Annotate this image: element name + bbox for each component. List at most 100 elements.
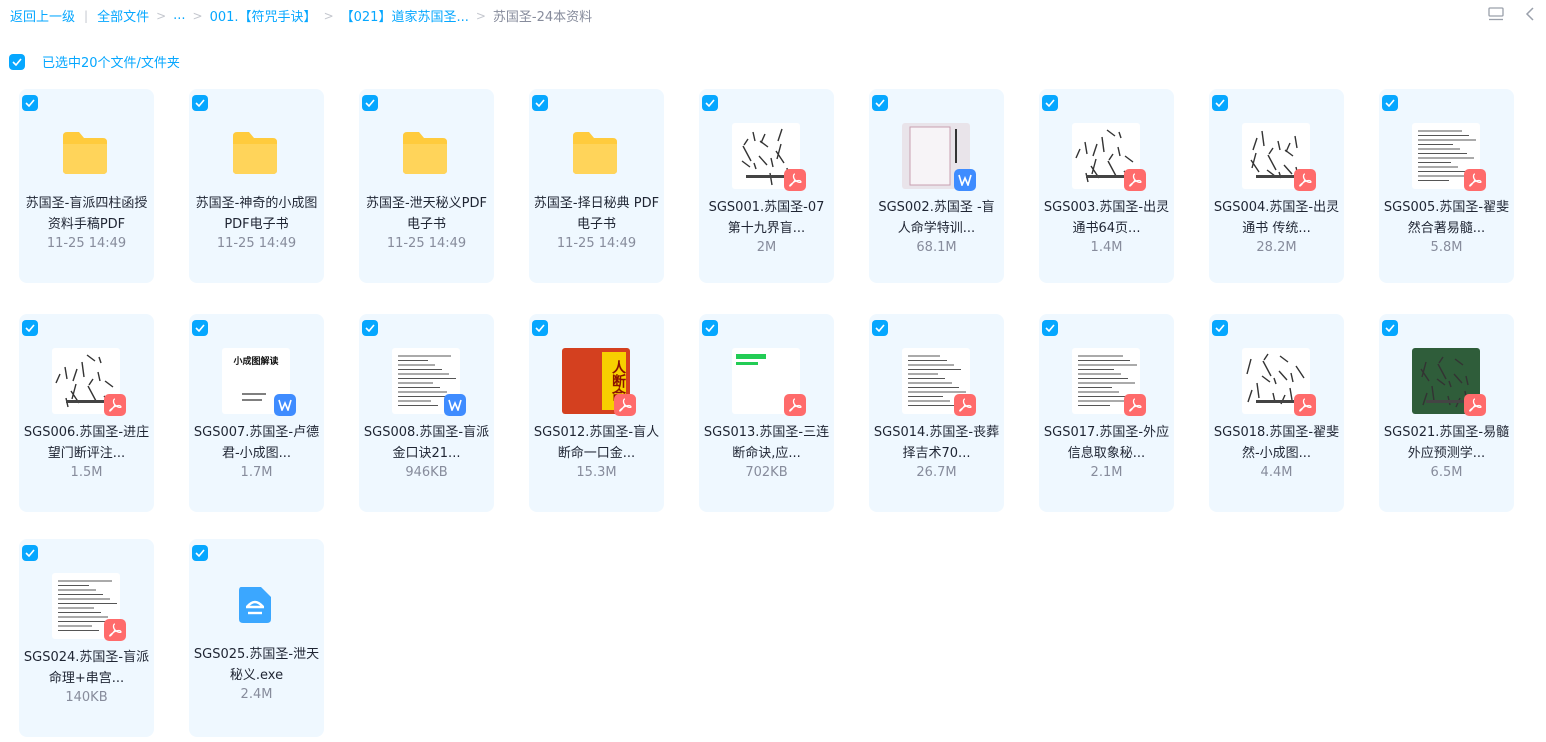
file-checkbox[interactable]: [22, 95, 38, 111]
selection-bar: 已选中20个文件/文件夹: [9, 52, 180, 71]
breadcrumb-all-files[interactable]: 全部文件: [97, 6, 149, 25]
file-thumbnail: [1412, 348, 1486, 416]
file-checkbox[interactable]: [1212, 95, 1228, 111]
file-card[interactable]: 苏国圣-盲派四柱函授资料手稿PDF 11-25 14:49: [19, 89, 154, 283]
back-link[interactable]: 返回上一级: [10, 6, 75, 25]
file-size: 2.4M: [240, 687, 273, 702]
file-checkbox[interactable]: [702, 95, 718, 111]
check-icon: [25, 99, 35, 107]
file-size: 15.3M: [576, 465, 617, 480]
pdf-file-icon: [1294, 169, 1316, 191]
file-size: 140KB: [65, 690, 108, 705]
file-card[interactable]: SGS008.苏国圣-盲派金口诀21... 946KB: [359, 314, 494, 512]
file-thumbnail: [902, 123, 976, 191]
pdf-file-icon: [1294, 394, 1316, 416]
selection-count-label: 已选中20个文件/文件夹: [42, 56, 180, 71]
pdf-file-icon: [104, 619, 126, 641]
file-checkbox[interactable]: [22, 545, 38, 561]
file-thumbnail: [732, 123, 806, 191]
file-checkbox[interactable]: [1042, 95, 1058, 111]
top-right-tools: [1486, 4, 1540, 24]
file-name: SGS025.苏国圣-泄天秘义.exe: [193, 647, 320, 683]
file-card[interactable]: SGS005.苏国圣-翟斐然合著易髓... 5.8M: [1379, 89, 1514, 283]
file-thumbnail: [902, 348, 976, 416]
file-card[interactable]: 小成图解读 SGS007.苏国圣-卢德君-小成图... 1.7M: [189, 314, 324, 512]
file-name: SGS006.苏国圣-进庄望门断评注...: [23, 425, 150, 461]
breadcrumb-separator-icon: >: [475, 8, 486, 23]
file-thumbnail: 小成图解读: [222, 348, 296, 416]
file-card[interactable]: SGS024.苏国圣-盲派命理+串宫... 140KB: [19, 539, 154, 737]
file-checkbox[interactable]: [1212, 320, 1228, 336]
breadcrumb-ellipsis[interactable]: ...: [173, 8, 185, 23]
file-name: 苏国圣-泄天秘义PDF电子书: [365, 196, 488, 232]
file-card[interactable]: 苏国圣-择日秘典 PDF电子书 11-25 14:49: [529, 89, 664, 283]
check-icon: [875, 324, 885, 332]
exe-file-icon: [235, 585, 275, 625]
file-checkbox[interactable]: [702, 320, 718, 336]
folder-icon: [400, 130, 450, 176]
file-checkbox[interactable]: [192, 95, 208, 111]
file-size: 5.8M: [1430, 240, 1463, 255]
file-checkbox[interactable]: [532, 320, 548, 336]
file-checkbox[interactable]: [872, 320, 888, 336]
breadcrumb-folder-1[interactable]: 001.【符咒手诀】: [210, 6, 317, 25]
file-checkbox[interactable]: [1382, 95, 1398, 111]
check-icon: [535, 99, 545, 107]
check-icon: [25, 324, 35, 332]
check-icon: [1215, 99, 1225, 107]
file-card[interactable]: 苏国圣-泄天秘义PDF电子书 11-25 14:49: [359, 89, 494, 283]
file-size: 2M: [756, 240, 777, 255]
file-thumbnail: [52, 348, 126, 416]
file-card[interactable]: 人断命 SGS012.苏国圣-盲人断命一口金... 15.3M: [529, 314, 664, 512]
file-checkbox[interactable]: [872, 95, 888, 111]
file-card[interactable]: SGS021.苏国圣-易髓外应预测学... 6.5M: [1379, 314, 1514, 512]
file-card[interactable]: SGS013.苏国圣-三连断命诀,应... 702KB: [699, 314, 834, 512]
file-checkbox[interactable]: [532, 95, 548, 111]
file-date: 11-25 14:49: [216, 236, 297, 251]
file-card[interactable]: SGS002.苏国圣 -盲人命学特训... 68.1M: [869, 89, 1004, 283]
file-size: 1.4M: [1090, 240, 1123, 255]
file-card[interactable]: SGS001.苏国圣-07第十九界盲... 2M: [699, 89, 834, 283]
folder-icon: [570, 130, 620, 176]
word-file-icon: [954, 169, 976, 191]
file-checkbox[interactable]: [192, 320, 208, 336]
file-card[interactable]: SGS006.苏国圣-进庄望门断评注... 1.5M: [19, 314, 154, 512]
file-card[interactable]: SGS014.苏国圣-丧葬择吉术70... 26.7M: [869, 314, 1004, 512]
check-icon: [535, 324, 545, 332]
pdf-file-icon: [104, 394, 126, 416]
folder-icon: [230, 130, 280, 176]
collapse-chevron-icon[interactable]: [1520, 4, 1540, 24]
list-view-icon[interactable]: [1486, 4, 1506, 24]
pdf-file-icon: [784, 169, 806, 191]
file-card[interactable]: SGS003.苏国圣-出灵通书64页... 1.4M: [1039, 89, 1174, 283]
file-card[interactable]: SGS025.苏国圣-泄天秘义.exe 2.4M: [189, 539, 324, 737]
breadcrumb-separator-icon: >: [156, 8, 167, 23]
file-card[interactable]: SGS017.苏国圣-外应信息取象秘... 2.1M: [1039, 314, 1174, 512]
file-name: 苏国圣-盲派四柱函授资料手稿PDF: [25, 196, 148, 232]
select-all-checkbox[interactable]: [9, 53, 25, 70]
file-checkbox[interactable]: [22, 320, 38, 336]
file-date: 11-25 14:49: [386, 236, 467, 251]
word-file-icon: [444, 394, 466, 416]
breadcrumb-separator-icon: >: [323, 8, 334, 23]
breadcrumb-folder-2[interactable]: 【021】道家苏国圣...: [341, 6, 469, 25]
file-name: SGS013.苏国圣-三连断命诀,应...: [703, 425, 830, 461]
file-name: SGS003.苏国圣-出灵通书64页...: [1043, 200, 1170, 236]
file-checkbox[interactable]: [192, 545, 208, 561]
file-card[interactable]: SGS018.苏国圣-翟斐然-小成图... 4.4M: [1209, 314, 1344, 512]
file-checkbox[interactable]: [362, 95, 378, 111]
file-card[interactable]: 苏国圣-神奇的小成图 PDF电子书 11-25 14:49: [189, 89, 324, 283]
folder-icon: [60, 130, 110, 176]
check-icon: [1045, 99, 1055, 107]
file-card[interactable]: SGS004.苏国圣-出灵通书 传统... 28.2M: [1209, 89, 1344, 283]
file-checkbox[interactable]: [362, 320, 378, 336]
check-icon: [365, 324, 375, 332]
check-icon: [875, 99, 885, 107]
file-size: 6.5M: [1430, 465, 1463, 480]
file-checkbox[interactable]: [1382, 320, 1398, 336]
file-name: SGS005.苏国圣-翟斐然合著易髓...: [1383, 200, 1510, 236]
file-thumbnail: [392, 348, 466, 416]
file-checkbox[interactable]: [1042, 320, 1058, 336]
file-size: 4.4M: [1260, 465, 1293, 480]
file-name: SGS008.苏国圣-盲派金口诀21...: [363, 425, 490, 461]
